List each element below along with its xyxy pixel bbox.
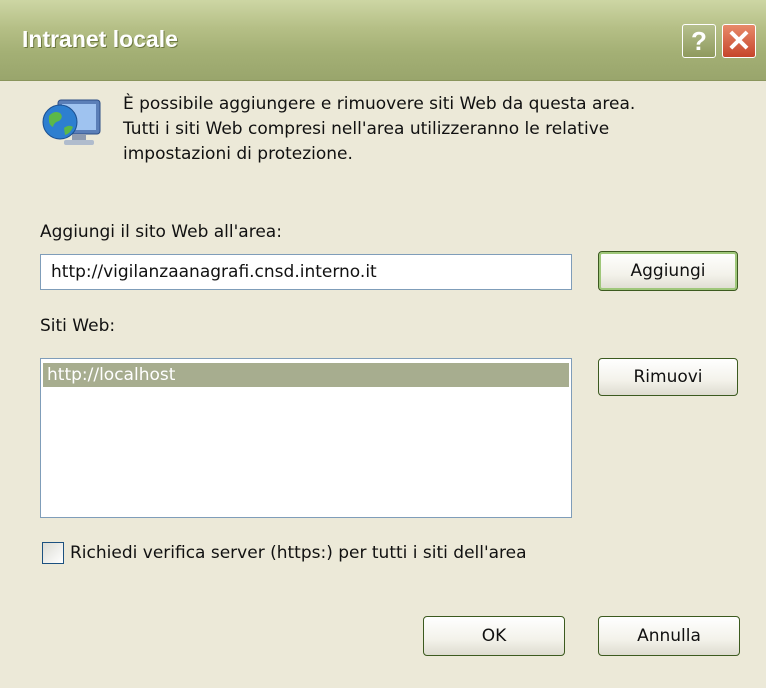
description: È possibile aggiungere e rimuovere siti … — [123, 92, 743, 167]
list-item-selected[interactable]: http://localhost — [43, 363, 569, 387]
remove-button[interactable]: Rimuovi — [598, 358, 738, 396]
cancel-button[interactable]: Annulla — [598, 616, 740, 656]
window-title: Intranet locale — [22, 26, 178, 52]
add-button[interactable]: Aggiungi — [598, 251, 738, 291]
ok-button[interactable]: OK — [423, 616, 565, 656]
sites-label: Siti Web: — [40, 316, 116, 336]
help-icon: ? — [691, 25, 707, 56]
description-line: È possibile aggiungere e rimuovere siti … — [123, 94, 636, 114]
verify-https-label[interactable]: Richiedi verifica server (https:) per tu… — [70, 543, 527, 563]
close-button[interactable]: ✕ — [722, 24, 756, 58]
verify-https-checkbox[interactable] — [42, 542, 64, 564]
description-line: Tutti i siti Web compresi nell'area util… — [123, 119, 610, 139]
sites-list[interactable]: http://localhost — [40, 358, 572, 518]
add-site-label: Aggiungi il sito Web all'area: — [40, 222, 282, 242]
help-button[interactable]: ? — [682, 24, 716, 58]
globe-computer-icon — [42, 99, 101, 145]
close-icon: ✕ — [726, 24, 752, 58]
site-url-input[interactable] — [40, 254, 572, 290]
description-line: impostazioni di protezione. — [123, 144, 353, 164]
title-bar[interactable]: Intranet locale ? ✕ — [0, 0, 766, 81]
